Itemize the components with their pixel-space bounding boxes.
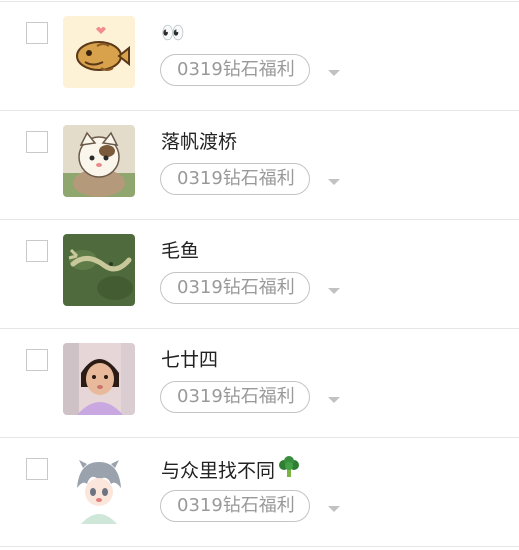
member-name: 与众里找不同 (161, 455, 301, 487)
pixel-fish-avatar (63, 16, 135, 88)
chevron-down-icon[interactable] (327, 179, 340, 185)
tag-dropdown[interactable]: 0319钻石福利 (160, 381, 340, 413)
chevron-down-icon[interactable] (327, 397, 340, 403)
member-name: 👀 (161, 19, 185, 47)
member-name: 毛鱼 (161, 237, 199, 265)
select-checkbox[interactable] (26, 240, 48, 262)
tag-badge[interactable]: 0319钻石福利 (160, 54, 310, 86)
avatar (63, 125, 135, 197)
list-item: 落帆渡桥 0319钻石福利 (0, 111, 519, 220)
list-item: 与众里找不同 0319钻石福利 (0, 438, 519, 547)
select-checkbox[interactable] (26, 458, 48, 480)
select-checkbox[interactable] (26, 349, 48, 371)
avatar (63, 343, 135, 415)
select-checkbox[interactable] (26, 131, 48, 153)
chevron-down-icon[interactable] (327, 506, 340, 512)
member-name-text: 七廿四 (161, 349, 219, 371)
member-name-text: 落帆渡桥 (161, 131, 238, 153)
tag-badge[interactable]: 0319钻石福利 (160, 272, 310, 304)
member-name-text: 毛鱼 (161, 240, 200, 262)
list-item: 毛鱼 0319钻石福利 (0, 220, 519, 329)
tag-badge[interactable]: 0319钻石福利 (160, 381, 310, 413)
tag-badge[interactable]: 0319钻石福利 (160, 490, 310, 522)
child-photo-avatar (63, 343, 135, 415)
tag-dropdown[interactable]: 0319钻石福利 (160, 54, 340, 86)
green-fish-avatar (63, 234, 135, 306)
member-name-text: 👀 (161, 22, 185, 44)
member-name-text: 与众里找不同 (161, 460, 276, 482)
tag-dropdown[interactable]: 0319钻石福利 (160, 163, 340, 195)
avatar (63, 452, 135, 524)
tag-dropdown[interactable]: 0319钻石福利 (160, 272, 340, 304)
avatar (63, 234, 135, 306)
member-list: 👀 0319钻石福利 落帆渡桥 0319钻石福利 毛鱼 0319钻石福利 七廿四… (0, 2, 519, 547)
list-item: 👀 0319钻石福利 (0, 2, 519, 111)
cartoon-cat-avatar (63, 125, 135, 197)
tag-dropdown[interactable]: 0319钻石福利 (160, 490, 340, 522)
avatar (63, 16, 135, 88)
select-checkbox[interactable] (26, 22, 48, 44)
list-item: 七廿四 0319钻石福利 (0, 329, 519, 438)
broccoli-icon (277, 455, 301, 487)
member-name: 七廿四 (161, 346, 218, 374)
chevron-down-icon[interactable] (327, 288, 340, 294)
tag-badge[interactable]: 0319钻石福利 (160, 163, 310, 195)
member-name: 落帆渡桥 (161, 128, 237, 156)
chevron-down-icon[interactable] (327, 70, 340, 76)
anime-boy-avatar (63, 452, 135, 524)
